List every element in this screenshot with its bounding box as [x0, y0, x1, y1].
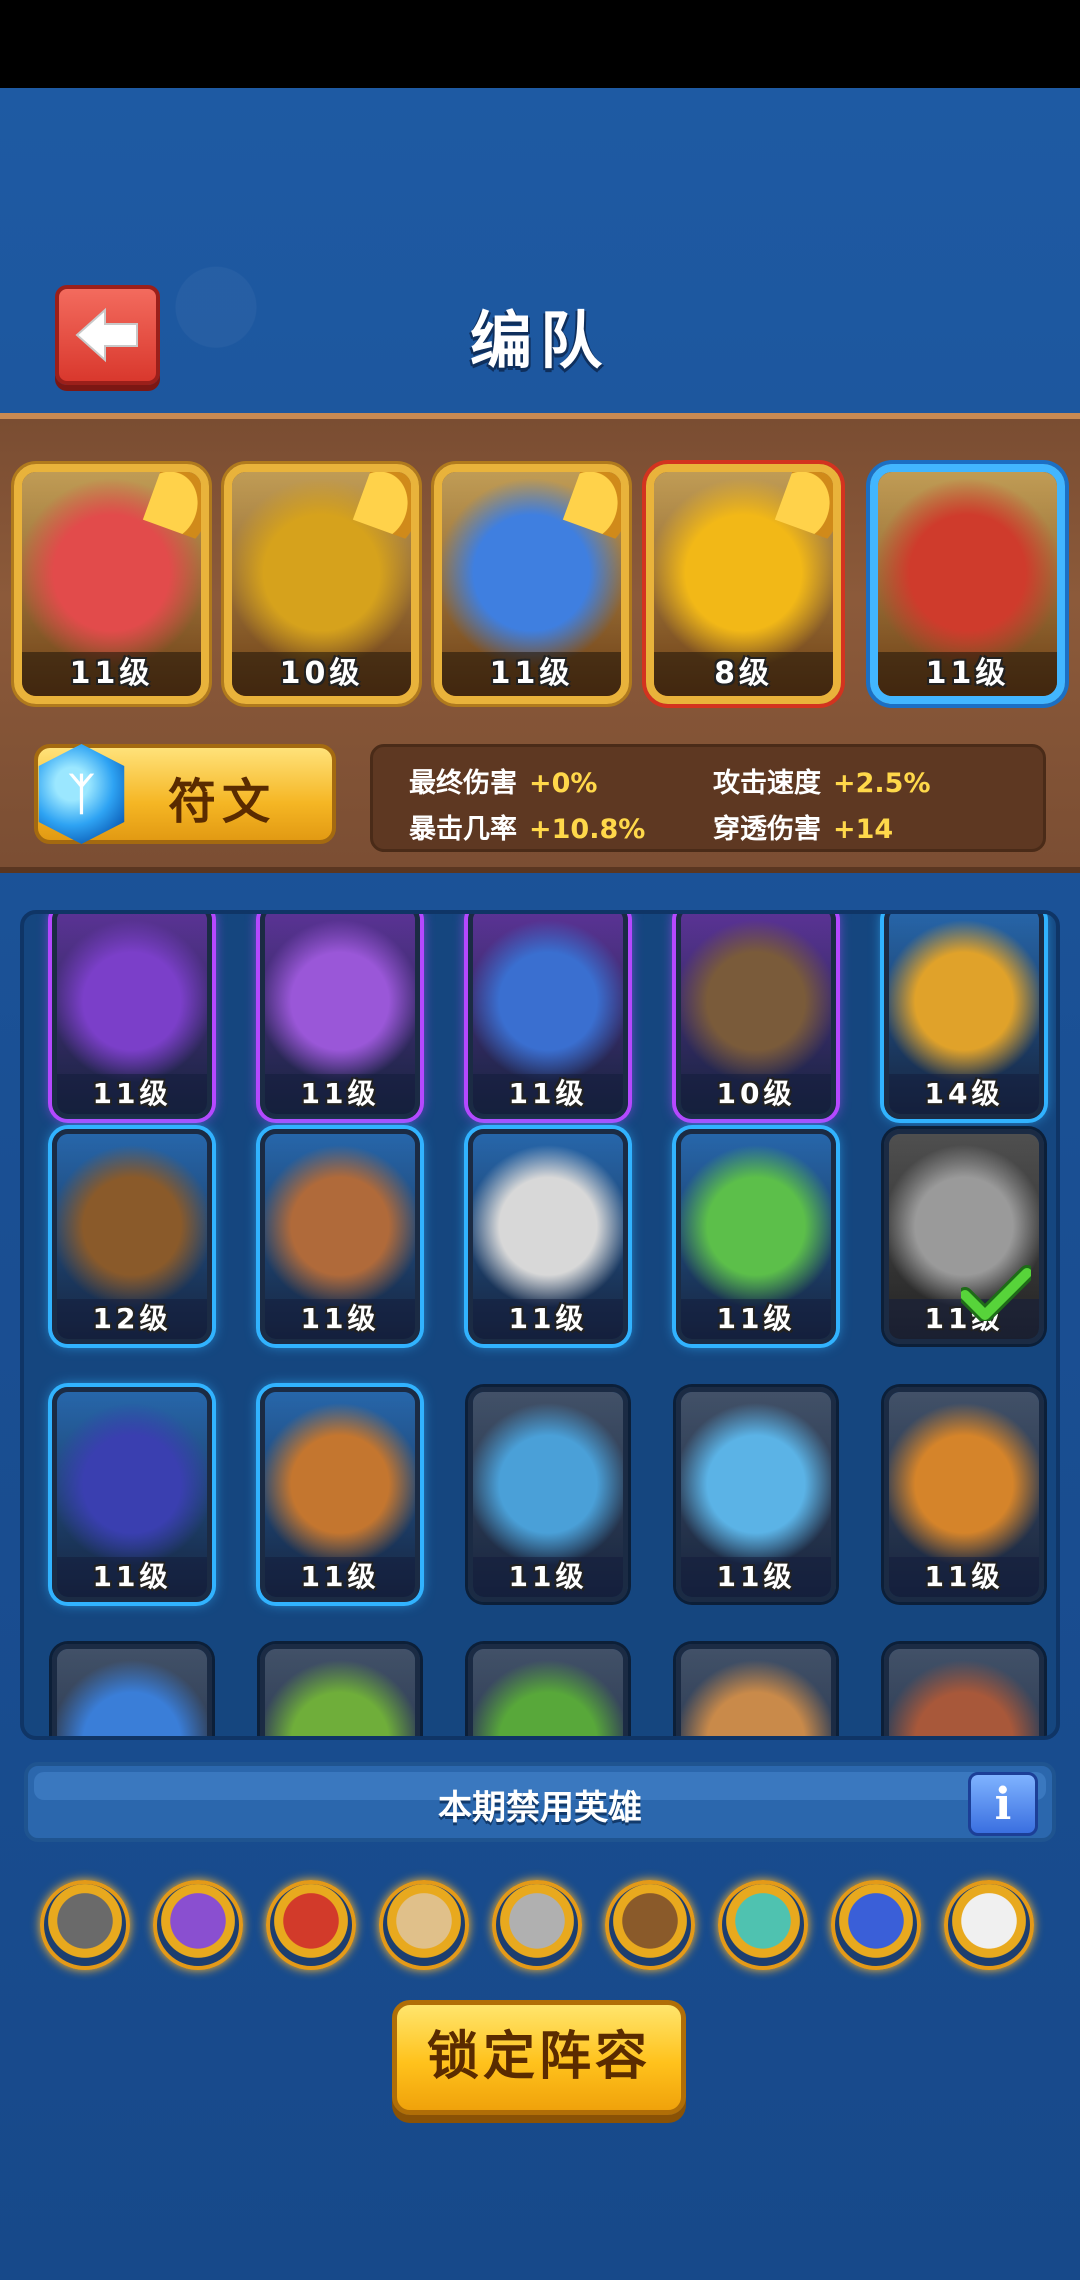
hero-portrait	[473, 1649, 623, 1736]
rune-button[interactable]: ᛉ 符文	[34, 744, 336, 844]
team-member-card[interactable]: 10级	[224, 464, 419, 704]
hero-card[interactable]: 11级	[260, 914, 420, 1119]
banned-hero-icon[interactable]	[718, 1880, 808, 1970]
hero-card[interactable]: 11级	[676, 1387, 836, 1602]
status-bar	[0, 0, 1080, 88]
hero-level: 11级	[889, 1557, 1039, 1597]
hero-card[interactable]: 11级	[468, 1387, 628, 1602]
hero-card[interactable]	[884, 1644, 1044, 1736]
hero-card[interactable]	[468, 1644, 628, 1736]
hero-level: 14级	[889, 1074, 1039, 1114]
hero-card[interactable]: 11级	[884, 1129, 1044, 1344]
banned-hero-icon[interactable]	[492, 1880, 582, 1970]
hero-card[interactable]: 11级	[260, 1387, 420, 1602]
team-member-card[interactable]: 11级	[434, 464, 629, 704]
hero-level: 11级	[265, 1074, 415, 1114]
banned-heroes-label: 本期禁用英雄	[438, 1788, 642, 1828]
banned-heroes-bar: 本期禁用英雄 i	[24, 1762, 1056, 1842]
banned-hero-icon[interactable]	[40, 1880, 130, 1970]
hero-level: 11级	[57, 1557, 207, 1597]
team-member-card[interactable]: 8级	[646, 464, 841, 704]
page-title: 编队	[469, 304, 610, 377]
hero-level: 12级	[57, 1299, 207, 1339]
stat-crit-rate: 暴击几率 +10.8%	[409, 814, 646, 845]
banned-hero-icon[interactable]	[831, 1880, 921, 1970]
stat-attack-speed: 攻击速度 +2.5%	[713, 768, 931, 799]
hero-level: 11级	[265, 1557, 415, 1597]
hero-card[interactable]: 11级	[52, 914, 212, 1119]
hero-card[interactable]: 11级	[676, 1129, 836, 1344]
team-member-card[interactable]: 11级	[14, 464, 209, 704]
hero-level: 8级	[654, 652, 833, 696]
hero-card[interactable]: 14级	[884, 914, 1044, 1119]
team-member-card[interactable]: 11级	[870, 464, 1065, 704]
hero-grid[interactable]: 11级 11级 11级 10级 14级 12级 11级 11级 11级 11级 11级 11级 11级 1…	[20, 910, 1060, 1740]
hero-level: 11级	[681, 1557, 831, 1597]
team-stats: 最终伤害 +0% 攻击速度 +2.5% 暴击几率 +10.8% 穿透伤害 +14	[370, 744, 1046, 852]
banned-hero-icon[interactable]	[266, 1880, 356, 1970]
hero-level: 11级	[681, 1299, 831, 1339]
hero-level: 10级	[232, 652, 411, 696]
hero-card[interactable]	[260, 1644, 420, 1736]
hero-level: 11级	[265, 1299, 415, 1339]
hero-level: 11级	[878, 652, 1057, 696]
rune-gem-icon: ᛉ	[38, 744, 125, 844]
hero-card[interactable]: 12级	[52, 1129, 212, 1344]
hero-portrait	[57, 1649, 207, 1736]
banned-hero-icon[interactable]	[605, 1880, 695, 1970]
hero-card[interactable]: 11级	[884, 1387, 1044, 1602]
hero-card[interactable]: 11级	[468, 1129, 628, 1344]
hero-portrait	[265, 1649, 415, 1736]
info-icon[interactable]: i	[968, 1772, 1038, 1836]
hero-card[interactable]	[676, 1644, 836, 1736]
hero-card[interactable]	[52, 1644, 212, 1736]
hero-level: 10级	[681, 1074, 831, 1114]
team-panel: 11级 10级 11级 8级 11级 ᛉ 符文 最终伤害 +0% 攻击速度 +2.5% 暴击…	[0, 413, 1080, 873]
hero-card[interactable]: 11级	[52, 1387, 212, 1602]
banned-hero-icon[interactable]	[944, 1880, 1034, 1970]
hero-card[interactable]: 11级	[260, 1129, 420, 1344]
hero-portrait	[889, 1649, 1039, 1736]
hero-level: 11级	[473, 1074, 623, 1114]
banned-hero-icon[interactable]	[379, 1880, 469, 1970]
stat-pierce-damage: 穿透伤害 +14	[713, 814, 894, 845]
rune-label: 符文	[168, 774, 277, 830]
hero-card[interactable]: 10级	[676, 914, 836, 1119]
lock-lineup-button[interactable]: 锁定阵容	[392, 2000, 686, 2115]
hero-card[interactable]: 11级	[468, 914, 628, 1119]
hero-level: 11级	[442, 652, 621, 696]
hero-level: 11级	[57, 1074, 207, 1114]
hero-level: 11级	[473, 1557, 623, 1597]
hero-portrait	[681, 1649, 831, 1736]
hero-level: 11级	[473, 1299, 623, 1339]
hero-level: 11级	[22, 652, 201, 696]
banned-hero-icon[interactable]	[153, 1880, 243, 1970]
stat-final-damage: 最终伤害 +0%	[409, 768, 598, 799]
checkmark-icon	[961, 1265, 1031, 1321]
